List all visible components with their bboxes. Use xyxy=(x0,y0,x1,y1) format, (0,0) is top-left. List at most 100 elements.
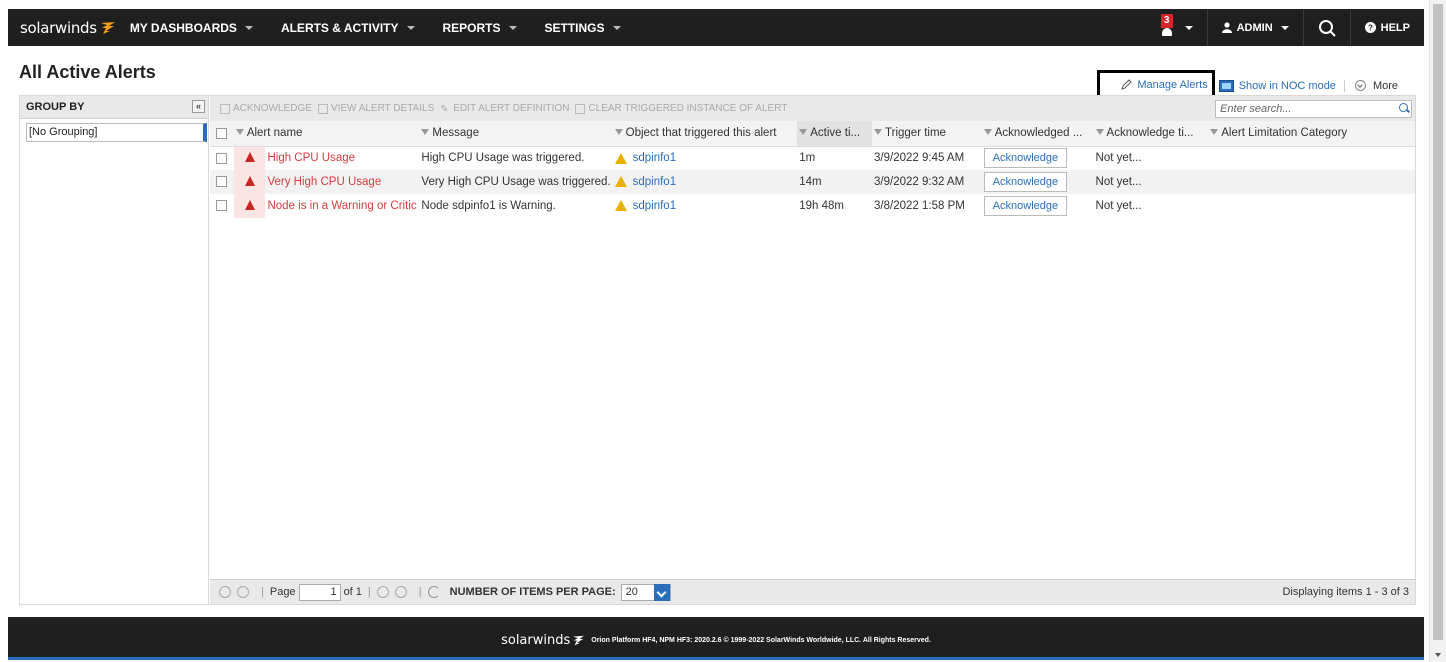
filter-icon xyxy=(614,129,623,136)
col-trigger-time[interactable]: Trigger time xyxy=(872,121,982,147)
table-row[interactable]: High CPU Usage High CPU Usage was trigge… xyxy=(210,146,1415,170)
row-checkbox-cell xyxy=(210,170,234,194)
nav-reports[interactable]: REPORTS xyxy=(443,21,517,35)
refresh-icon[interactable] xyxy=(427,586,440,598)
scroll-down-arrow-icon[interactable] xyxy=(1435,653,1441,657)
col-alert-limitation-category[interactable]: Alert Limitation Category xyxy=(1208,121,1415,147)
top-nav-bar: solarwinds MY DASHBOARDS ALERTS & ACTIVI… xyxy=(8,9,1424,46)
alerts-panel: GROUP BY « [No Grouping] ACKNOWLEDGE VIE… xyxy=(19,95,1416,605)
table-row[interactable]: Node is in a Warning or Critic Node sdpi… xyxy=(210,194,1415,218)
filter-icon xyxy=(1210,129,1219,136)
group-by-option-no-grouping[interactable]: [No Grouping] xyxy=(26,123,207,142)
alert-name-link[interactable]: Very High CPU Usage xyxy=(267,176,381,188)
chevron-down-icon xyxy=(508,25,517,30)
edit-alert-definition-button[interactable]: ✎ EDIT ALERT DEFINITION xyxy=(440,103,569,115)
table-header-row: Alert name Message Object that triggered… xyxy=(210,121,1415,147)
nav-my-dashboards[interactable]: MY DASHBOARDS xyxy=(130,21,253,35)
active-time-cell: 19h 48m xyxy=(799,200,844,212)
acknowledge-button[interactable]: Acknowledge xyxy=(983,172,1068,192)
chevron-down-icon[interactable] xyxy=(653,583,670,601)
nav-alerts-activity-label: ALERTS & ACTIVITY xyxy=(280,20,399,35)
col-alert-name[interactable]: Alert name xyxy=(233,121,420,147)
col-message-label: Message xyxy=(432,127,480,140)
alert-name-link[interactable]: Node is in a Warning or Critic xyxy=(267,200,416,212)
group-by-header: GROUP BY « xyxy=(20,96,208,119)
alert-name-link[interactable]: High CPU Usage xyxy=(267,152,355,164)
acknowledged-cell: Acknowledge xyxy=(982,146,1094,170)
collapse-sidebar-button[interactable]: « xyxy=(192,100,205,113)
user-menu[interactable]: ADMIN xyxy=(1206,9,1303,46)
help-button[interactable]: ? HELP xyxy=(1349,9,1424,46)
critical-severity-icon xyxy=(244,175,255,186)
object-link[interactable]: sdpinfo1 xyxy=(633,176,676,188)
acknowledge-icon xyxy=(220,103,230,114)
last-page-icon[interactable] xyxy=(394,586,407,598)
page-number-input[interactable]: 1 xyxy=(298,583,341,601)
object-cell: sdpinfo1 xyxy=(613,146,798,170)
pager-divider: | xyxy=(261,586,264,598)
active-time-cell: 14m xyxy=(799,176,822,188)
alert-search-input[interactable]: Enter search... xyxy=(1215,100,1412,118)
acknowledge-time-cell: Not yet... xyxy=(1095,200,1142,212)
warning-icon xyxy=(614,152,627,164)
search-icon[interactable] xyxy=(1399,103,1408,112)
filter-icon xyxy=(235,129,244,136)
page-count-label: of 1 xyxy=(343,586,362,598)
col-object[interactable]: Object that triggered this alert xyxy=(612,121,798,147)
acknowledge-button[interactable]: ACKNOWLEDGE xyxy=(220,103,312,114)
noc-label: Show in NOC mode xyxy=(1238,79,1336,92)
active-time-cell: 1m xyxy=(799,152,816,165)
pencil-icon xyxy=(1121,79,1133,90)
nav-settings[interactable]: SETTINGS xyxy=(545,21,621,35)
acknowledge-button[interactable]: Acknowledge xyxy=(983,148,1068,169)
next-page-icon[interactable] xyxy=(376,586,389,598)
select-all-checkbox[interactable] xyxy=(216,127,228,139)
row-checkbox[interactable] xyxy=(216,176,228,188)
row-checkbox-cell xyxy=(210,194,234,218)
severity-cell xyxy=(233,170,266,194)
col-acknowledged[interactable]: Acknowledged ... xyxy=(981,121,1094,147)
acknowledged-cell: Acknowledge xyxy=(982,194,1094,218)
col-alert-name-label: Alert name xyxy=(246,127,303,140)
row-checkbox[interactable] xyxy=(216,152,228,164)
alerts-table: Alert name Message Object that triggered… xyxy=(210,121,1415,218)
scrollbar-thumb[interactable] xyxy=(1433,4,1443,640)
col-acknowledge-time-label: Acknowledge ti... xyxy=(1106,127,1194,140)
trigger-time-cell: 3/8/2022 1:58 PM xyxy=(874,200,965,212)
col-active-time[interactable]: Active ti... xyxy=(797,121,873,147)
row-checkbox-cell xyxy=(210,146,234,170)
view-details-label: VIEW ALERT DETAILS xyxy=(330,103,435,114)
acknowledge-time-cell: Not yet... xyxy=(1095,176,1142,188)
global-search-button[interactable] xyxy=(1302,9,1350,46)
page-scrollbar[interactable] xyxy=(1429,0,1446,662)
row-checkbox[interactable] xyxy=(216,200,228,212)
object-cell: sdpinfo1 xyxy=(613,170,798,194)
search-placeholder: Enter search... xyxy=(1220,103,1292,115)
notifications-button[interactable]: 3 xyxy=(1147,9,1207,46)
chevron-down-icon xyxy=(406,25,415,30)
col-message[interactable]: Message xyxy=(419,121,613,147)
nav-alerts-activity[interactable]: ALERTS & ACTIVITY xyxy=(281,21,415,35)
view-alert-details-button[interactable]: VIEW ALERT DETAILS xyxy=(317,103,435,114)
footer-accent-line xyxy=(8,657,1424,660)
object-link[interactable]: sdpinfo1 xyxy=(633,200,676,212)
show-in-noc-mode-link[interactable]: Show in NOC mode xyxy=(1218,79,1345,92)
footer-logo: solarwinds xyxy=(501,633,585,648)
clear-triggered-instance-button[interactable]: CLEAR TRIGGERED INSTANCE OF ALERT xyxy=(575,103,787,114)
object-link[interactable]: sdpinfo1 xyxy=(633,152,676,164)
acknowledge-button[interactable]: Acknowledge xyxy=(983,196,1068,216)
previous-page-icon[interactable] xyxy=(237,586,249,598)
help-icon: ? xyxy=(1364,22,1376,33)
items-per-page-select[interactable]: 20 xyxy=(620,583,671,601)
col-acknowledge-time[interactable]: Acknowledge ti... xyxy=(1093,121,1209,147)
search-icon xyxy=(1318,19,1336,37)
acknowledged-cell: Acknowledge xyxy=(982,170,1094,194)
more-menu-button[interactable]: More xyxy=(1354,80,1398,92)
filter-icon xyxy=(983,129,992,136)
manage-alerts-label: Manage Alerts xyxy=(1137,79,1208,91)
table-row[interactable]: Very High CPU Usage Very High CPU Usage … xyxy=(210,170,1415,194)
message-cell: Node sdpinfo1 is Warning. xyxy=(421,200,556,212)
first-page-icon[interactable] xyxy=(219,586,231,598)
user-label: ADMIN xyxy=(1236,21,1273,34)
solarwinds-logo[interactable]: solarwinds xyxy=(20,19,116,37)
